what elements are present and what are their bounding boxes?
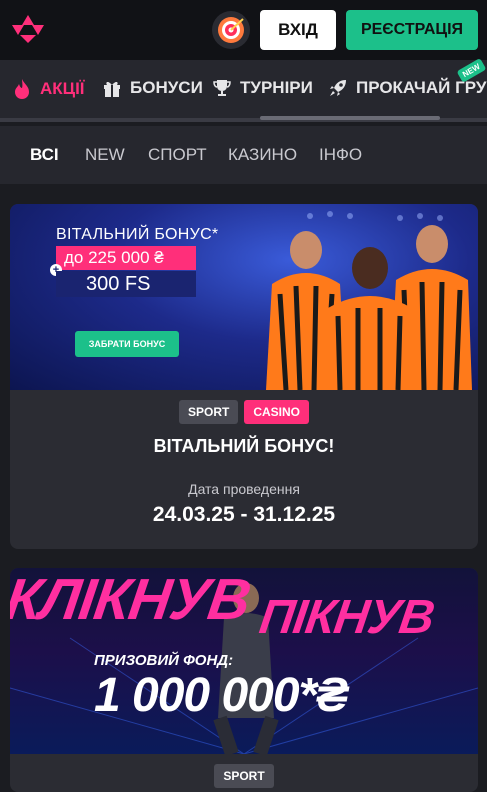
banner-headline-right: ПІКНУВ: [256, 591, 437, 644]
nav-item-label: БОНУСИ: [130, 78, 203, 97]
promo-card[interactable]: ВІТАЛЬНИЙ БОНУС* до 225 000 ₴ + 300 FS З…: [10, 204, 478, 549]
logo-icon[interactable]: [10, 13, 46, 45]
nav-item-tournaments[interactable]: ТУРНІРИ: [212, 78, 313, 98]
promo-banner[interactable]: ВІТАЛЬНИЙ БОНУС* до 225 000 ₴ + 300 FS З…: [10, 204, 478, 390]
login-button[interactable]: ВХІД: [260, 10, 336, 50]
top-bar: ВХІД РЕЄСТРАЦІЯ: [0, 0, 487, 60]
register-button[interactable]: РЕЄСТРАЦІЯ: [346, 10, 478, 50]
promo-card-body: SPORT: [10, 754, 478, 788]
promo-card-body: SPORT CASINO ВІТАЛЬНИЙ БОНУС! Дата прове…: [10, 390, 478, 527]
tab-all[interactable]: ВСІ: [30, 145, 59, 165]
trophy-icon: [213, 80, 231, 96]
prize-amount: 1 000 000*₴: [94, 669, 348, 722]
nav-item-promotions[interactable]: АКЦІЇ: [12, 78, 84, 100]
tab-casino[interactable]: КАЗИНО: [228, 145, 297, 165]
nav-scrollbar[interactable]: [260, 116, 440, 120]
tag-casino: CASINO: [244, 400, 309, 424]
nav-item-label: ТУРНІРИ: [240, 78, 313, 97]
banner-title: ВІТАЛЬНИЙ БОНУС*: [56, 226, 219, 243]
nav-item-bonuses[interactable]: БОНУСИ: [102, 78, 203, 98]
nav-item-label: ПРОКАЧАЙ ГРУ: [356, 78, 487, 97]
tab-info[interactable]: ІНФО: [319, 145, 362, 165]
gift-icon: [104, 81, 120, 97]
promo-dates: 24.03.25 - 31.12.25: [152, 503, 336, 526]
fire-icon: [15, 79, 29, 99]
category-tabs: ВСІ NEW СПОРТ КАЗИНО ІНФО: [0, 126, 487, 184]
tab-sport[interactable]: СПОРТ: [148, 145, 207, 165]
promo-date-label: Дата проведення: [188, 481, 300, 497]
promo-banner[interactable]: КЛІКНУВ ПІКНУВ ПРИЗОВИЙ ФОНД: 1 000 000*…: [10, 568, 478, 754]
nav-item-label: АКЦІЇ: [40, 79, 85, 98]
rocket-icon: [330, 80, 346, 96]
target-icon[interactable]: [212, 11, 250, 49]
tag-sport: SPORT: [214, 764, 274, 788]
tab-new[interactable]: NEW: [85, 145, 125, 165]
main-nav: АКЦІЇ БОНУСИ ТУРНІРИ ПРОКАЧАЙ ГРУ: [0, 60, 487, 122]
prize-label: ПРИЗОВИЙ ФОНД:: [94, 652, 234, 669]
tag-list: SPORT: [10, 754, 478, 788]
banner-free-spins: 300 FS: [56, 271, 196, 297]
players-illustration: [266, 225, 472, 390]
tag-list: SPORT CASINO: [10, 390, 478, 424]
banner-amount: до 225 000 ₴: [56, 246, 196, 270]
claim-bonus-button[interactable]: ЗАБРАТИ БОНУС: [75, 331, 179, 357]
banner-headline-left: КЛІКНУВ: [10, 568, 254, 632]
promo-card[interactable]: КЛІКНУВ ПІКНУВ ПРИЗОВИЙ ФОНД: 1 000 000*…: [10, 568, 478, 792]
tag-sport: SPORT: [178, 400, 239, 424]
promo-title: ВІТАЛЬНИЙ БОНУС!: [153, 436, 335, 456]
